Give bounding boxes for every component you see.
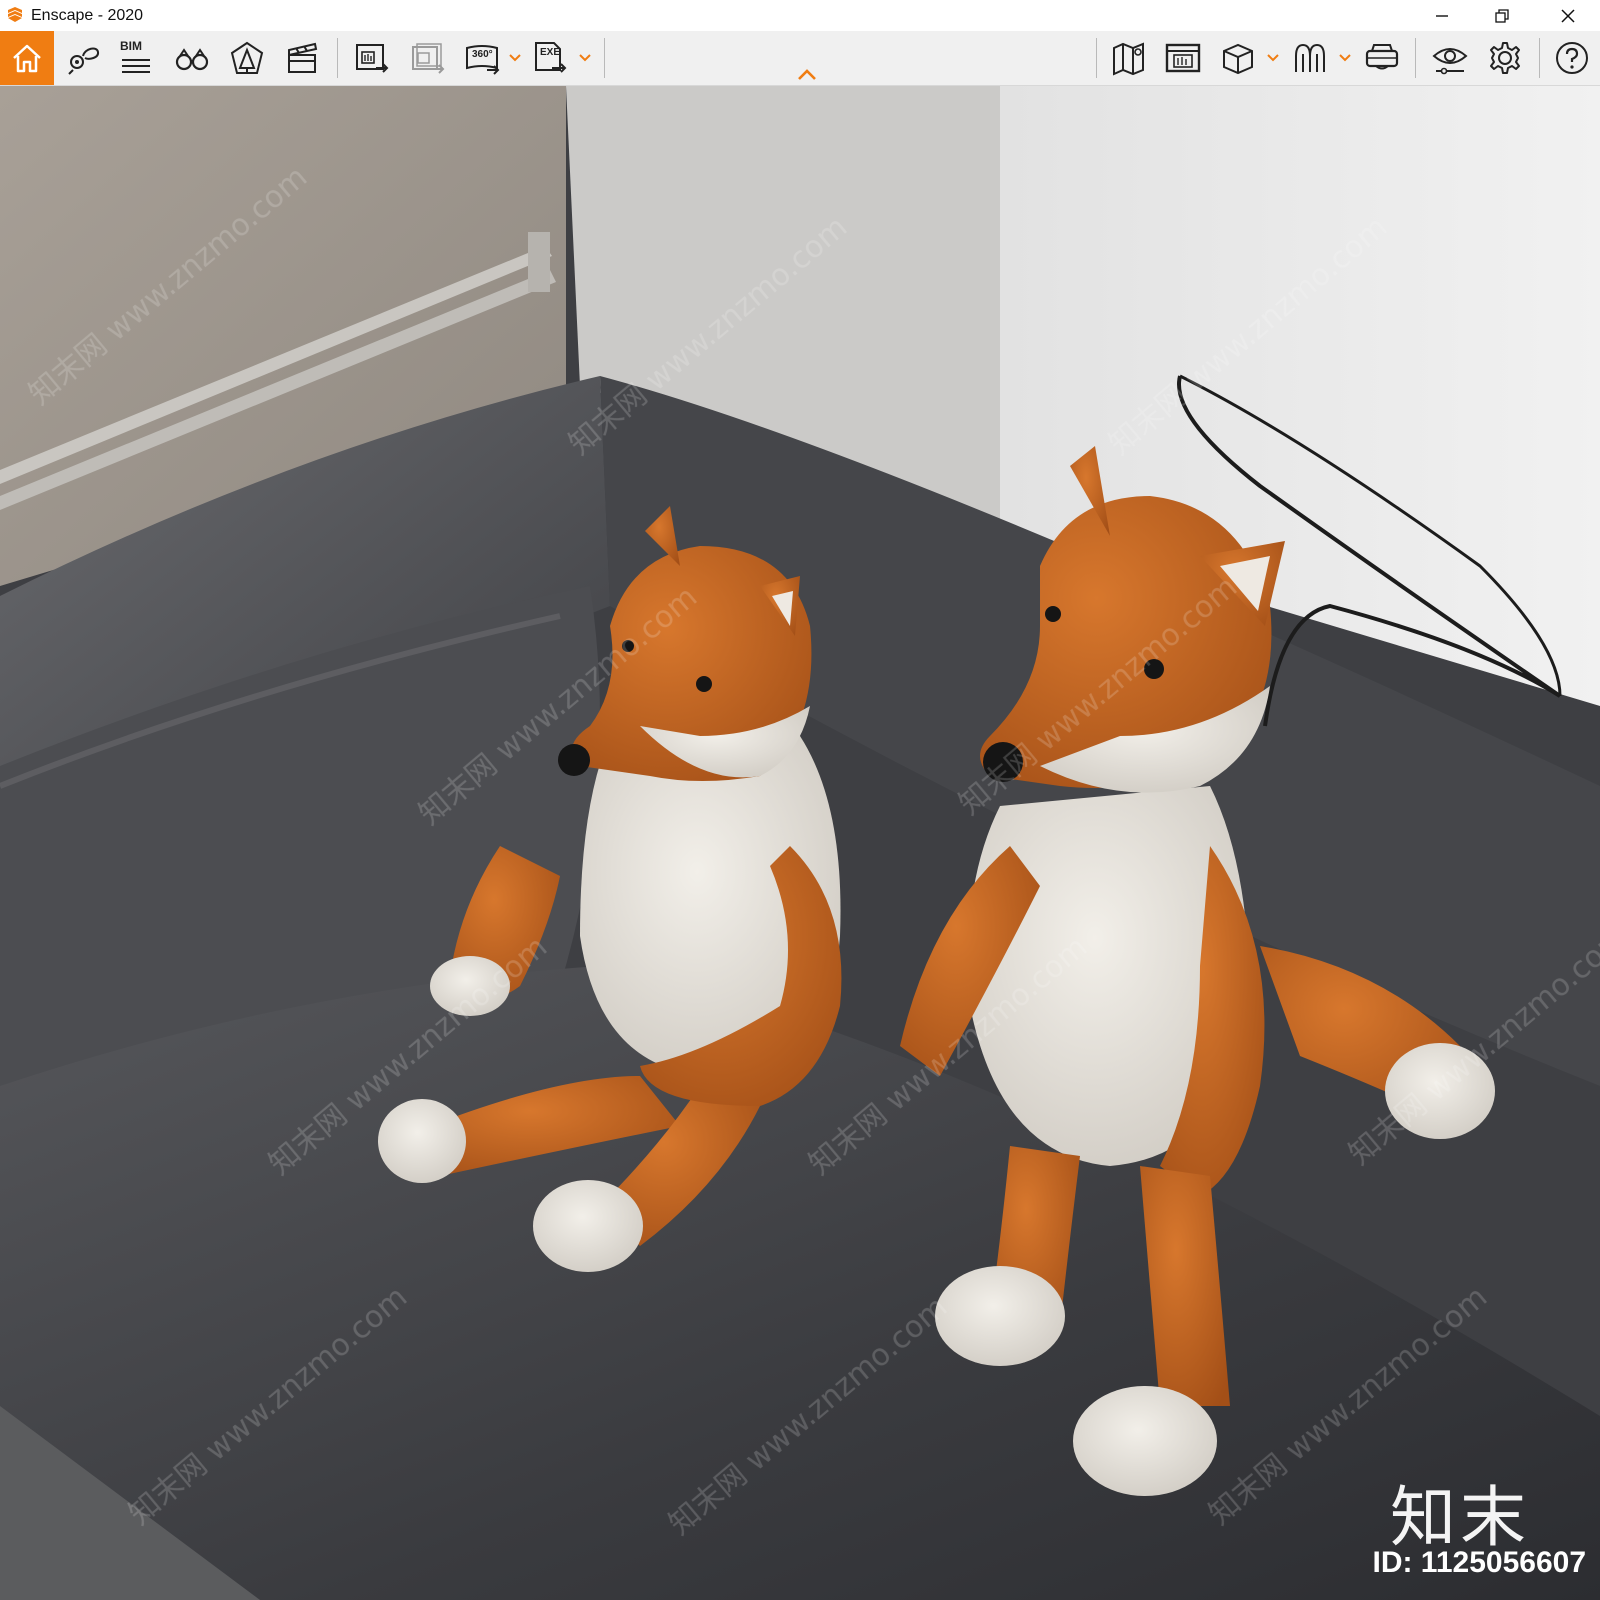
window-title: Enscape - 2020 (31, 7, 144, 24)
enscape-logo-icon (8, 7, 22, 22)
views-button[interactable] (57, 31, 109, 85)
clapperboard-icon (288, 42, 318, 73)
render-preview-button[interactable] (1157, 31, 1209, 85)
general-settings-button[interactable] (1479, 31, 1531, 85)
asset-box-button[interactable] (1212, 31, 1264, 85)
monitor-icon (1165, 43, 1201, 73)
image-id-label: ID: 1125056607 (1372, 1546, 1586, 1579)
chevron-down-icon (1267, 54, 1279, 62)
enscape-toolbar: BIM 360° EXE (0, 31, 1600, 86)
chevron-down-icon (579, 54, 591, 62)
render-viewport[interactable]: 知末网 www.znzmo.com 知末网 www.znzmo.com 知末网 … (0, 86, 1600, 1600)
gear-icon (1490, 42, 1520, 74)
close-icon (1561, 8, 1575, 23)
asset-library-button[interactable] (1284, 31, 1336, 85)
home-button[interactable] (0, 31, 54, 85)
bell-tent-icon (230, 41, 264, 74)
views-pin-icon (68, 47, 100, 75)
render-image-button[interactable] (346, 31, 398, 85)
visual-settings-button[interactable] (1424, 31, 1476, 85)
toolbar-separator (1539, 38, 1540, 78)
toolbar-separator (337, 38, 338, 78)
asset-library-dropdown[interactable] (1338, 49, 1352, 67)
toolbar-separator (1096, 38, 1097, 78)
panorama-button[interactable]: 360° (457, 31, 509, 85)
chevron-down-icon (509, 54, 521, 62)
bim-button[interactable]: BIM (110, 31, 162, 85)
vr-headset-icon (1365, 44, 1399, 70)
vr-headset-button[interactable] (1356, 31, 1408, 85)
panorama-dropdown[interactable] (508, 49, 522, 67)
binoculars-icon (175, 48, 209, 71)
binoculars-button[interactable] (166, 31, 218, 85)
exe-export-icon (535, 42, 567, 73)
toolbar-separator (1415, 38, 1416, 78)
batch-render-button[interactable] (402, 31, 454, 85)
batch-render-icon (412, 43, 445, 74)
standalone-dropdown[interactable] (578, 49, 592, 67)
bim-label: BIM (120, 39, 142, 53)
restore-icon (1495, 8, 1509, 23)
close-button[interactable] (1538, 0, 1598, 31)
scene-render: 知末网 www.znzmo.com 知末网 www.znzmo.com 知末网 … (0, 86, 1600, 1600)
title-bar: Enscape - 2020 (0, 0, 1600, 31)
render-export-icon (356, 44, 389, 73)
chevron-down-icon (1339, 54, 1351, 62)
help-button[interactable] (1546, 31, 1598, 85)
map-button[interactable] (1103, 31, 1155, 85)
home-icon (13, 44, 41, 73)
asset-box-dropdown[interactable] (1266, 49, 1280, 67)
standalone-export-button[interactable]: EXE (524, 31, 576, 85)
navigation-button[interactable] (221, 31, 273, 85)
minimize-button[interactable] (1412, 0, 1472, 31)
minimize-icon (1436, 14, 1448, 17)
video-editor-button[interactable] (276, 31, 328, 85)
chevron-up-icon[interactable] (796, 67, 818, 83)
restore-button[interactable] (1472, 0, 1532, 31)
map-icon (1113, 42, 1144, 76)
toolbar-separator (604, 38, 605, 78)
help-icon (1556, 42, 1588, 74)
box-icon (1223, 43, 1253, 75)
exe-label: EXE (540, 47, 561, 58)
trees-icon (1295, 43, 1325, 72)
eye-settings-icon (1432, 48, 1468, 75)
panorama-label: 360° (472, 49, 493, 60)
